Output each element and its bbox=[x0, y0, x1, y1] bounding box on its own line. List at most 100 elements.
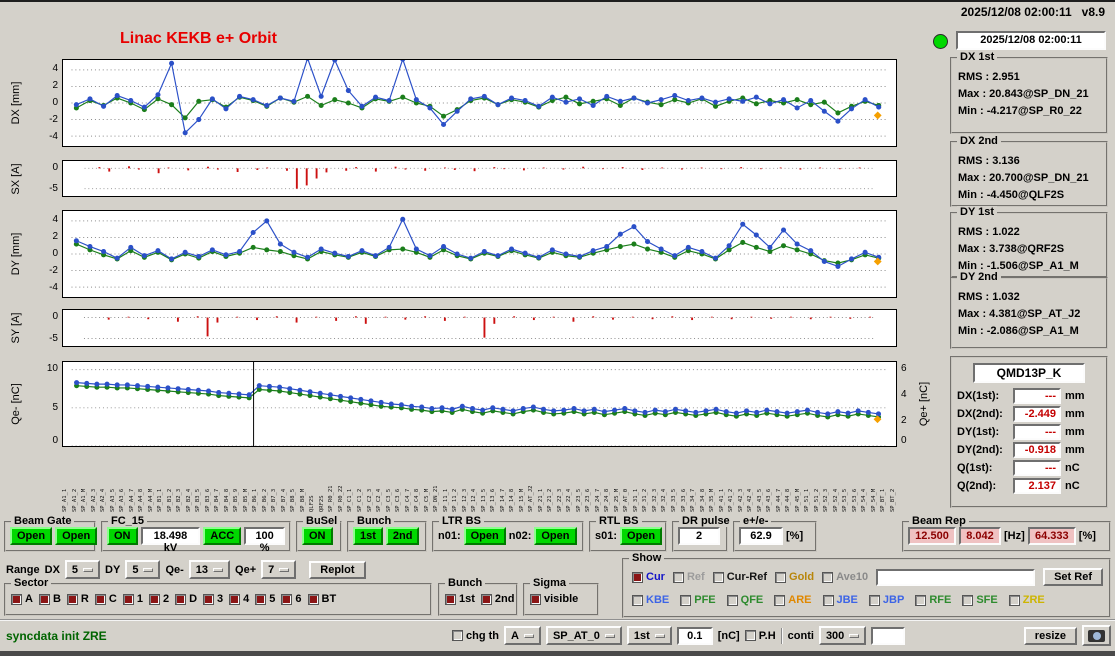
window-datetime: 2025/12/08 02:00:11 v8.9 bbox=[960, 5, 1105, 19]
dx-axis-label: DX [mm] bbox=[10, 81, 22, 125]
beam-gate-open2-button[interactable]: Open bbox=[55, 527, 98, 545]
checkbox-indicator bbox=[868, 594, 880, 606]
sy-plot[interactable] bbox=[62, 309, 897, 347]
ltr-n02-open-button[interactable]: Open bbox=[534, 527, 577, 545]
interval-select[interactable]: 300 bbox=[818, 626, 867, 645]
sector-checkbox-d[interactable]: D bbox=[175, 593, 197, 605]
qmd-name-display[interactable]: QMD13P_K bbox=[973, 363, 1085, 383]
checkbox-label: 2nd bbox=[494, 593, 515, 605]
charge-plot[interactable] bbox=[62, 361, 897, 447]
sector-checkbox-6[interactable]: 6 bbox=[281, 593, 302, 605]
checkbox-label: JBE bbox=[836, 594, 858, 606]
y-tick-label: 0 bbox=[52, 97, 58, 108]
bpm-label: SP_53_5 bbox=[842, 488, 849, 512]
bunch-checkbox-1st[interactable]: 1st bbox=[445, 593, 475, 605]
range-qem-select[interactable]: 13 bbox=[188, 560, 231, 579]
stats-group-title: DY 2nd bbox=[957, 271, 1001, 283]
sx-plot[interactable] bbox=[62, 160, 897, 197]
bpm-label: SP_B4_8 bbox=[223, 488, 230, 512]
show-device-checkbox-sfe[interactable]: SFE bbox=[962, 594, 998, 606]
sector-checkbox-b[interactable]: B bbox=[38, 593, 61, 605]
sector-select[interactable]: A bbox=[504, 626, 541, 645]
sector-checkbox-c[interactable]: C bbox=[94, 593, 117, 605]
bpm-label: SP_52_4 bbox=[832, 488, 839, 512]
show-checkbox-cur-ref[interactable]: Cur-Ref bbox=[712, 571, 767, 583]
resize-button[interactable]: resize bbox=[1023, 626, 1077, 645]
bunch-frame: Bunch 1st 2nd bbox=[347, 515, 427, 552]
show-device-checkbox-qfe[interactable]: QFE bbox=[726, 594, 763, 606]
extra-input[interactable] bbox=[871, 626, 906, 645]
bpm-label: SP_B2_4 bbox=[185, 488, 192, 512]
sector-checkbox-4[interactable]: 4 bbox=[229, 593, 249, 605]
separator bbox=[780, 627, 783, 644]
replot-button[interactable]: Replot bbox=[309, 560, 366, 579]
bpm-select[interactable]: SP_AT_0 bbox=[545, 626, 622, 645]
sector-checkbox-2[interactable]: 2 bbox=[148, 593, 169, 605]
show-checkbox-ref[interactable]: Ref bbox=[672, 571, 705, 583]
range-qep-select[interactable]: 7 bbox=[261, 560, 297, 579]
bpm-label: SP_C1_2 bbox=[356, 488, 363, 512]
show-checkbox-gold[interactable]: Gold bbox=[775, 571, 814, 583]
sector-checkbox-3[interactable]: 3 bbox=[203, 593, 223, 605]
qmd-row-label: DY(2nd): bbox=[957, 444, 1003, 456]
bunch-checkbox-2nd[interactable]: 2nd bbox=[480, 593, 515, 605]
sector-checkbox-5[interactable]: 5 bbox=[255, 593, 275, 605]
sigma-checkbox-visible[interactable]: visible bbox=[530, 593, 578, 605]
fc15-acc-button[interactable]: ACC bbox=[203, 527, 242, 545]
rtl-s01-label: s01: bbox=[595, 530, 618, 542]
fc15-on-button[interactable]: ON bbox=[107, 527, 138, 545]
threshold-input[interactable]: 0.1 bbox=[676, 626, 713, 645]
ph-checkbox[interactable]: P.H bbox=[744, 630, 776, 642]
checkbox-label: JBP bbox=[882, 594, 905, 606]
ltr-n01-open-button[interactable]: Open bbox=[463, 527, 506, 545]
sector-checkbox-bt[interactable]: BT bbox=[307, 593, 336, 605]
show-device-checkbox-zre[interactable]: ZRE bbox=[1008, 594, 1045, 606]
rtl-s01-open-button[interactable]: Open bbox=[620, 527, 663, 545]
qmd-row: Q(1st): --- nC bbox=[957, 460, 1101, 476]
checkbox-indicator bbox=[203, 593, 215, 605]
checkbox-label: ZRE bbox=[1022, 594, 1045, 606]
checkbox-indicator bbox=[255, 593, 267, 605]
bpm-label: SP_31_1 bbox=[632, 488, 639, 512]
dr-pulse-value[interactable]: 2 bbox=[678, 527, 720, 545]
checkbox-indicator bbox=[744, 630, 756, 641]
sector-checkbox-a[interactable]: A bbox=[11, 593, 33, 605]
frame-title: Bunch bbox=[354, 515, 395, 527]
sector-checkbox-1[interactable]: 1 bbox=[122, 593, 143, 605]
bunch-1st-button[interactable]: 1st bbox=[353, 527, 383, 545]
show-device-checkbox-kbe[interactable]: KBE bbox=[632, 594, 669, 606]
dx-plot[interactable] bbox=[62, 59, 897, 147]
show-checkbox-cur[interactable]: Cur bbox=[632, 571, 665, 583]
screenshot-button[interactable] bbox=[1082, 625, 1111, 646]
y-tick-label: 10 bbox=[46, 362, 58, 374]
range-dy-select[interactable]: 5 bbox=[125, 560, 161, 579]
qmd-row-unit: nC bbox=[1065, 480, 1080, 492]
busel-on-button[interactable]: ON bbox=[302, 527, 333, 545]
bpm-label: SP_23_6 bbox=[585, 488, 592, 512]
show-device-checkbox-jbe[interactable]: JBE bbox=[822, 594, 858, 606]
bunch-select[interactable]: 1st bbox=[626, 626, 672, 645]
option-menu-indicator bbox=[83, 567, 94, 572]
bpm-label: SP_R0_22 bbox=[337, 485, 344, 513]
range-dx-select[interactable]: 5 bbox=[64, 560, 101, 579]
show-checkbox-ave10[interactable]: Ave10 bbox=[822, 571, 868, 583]
stats-group-title: DX 1st bbox=[957, 51, 998, 63]
bpm-label: SP_C1_1 bbox=[347, 488, 354, 512]
range-label: Range bbox=[6, 563, 40, 576]
chg-th-checkbox[interactable]: chg th bbox=[452, 630, 499, 642]
frame-title: Beam Rep bbox=[909, 515, 969, 527]
set-ref-button[interactable]: Set Ref bbox=[1043, 568, 1103, 586]
bpm-label: SP_43_6 bbox=[766, 488, 773, 512]
show-device-checkbox-are[interactable]: ARE bbox=[774, 594, 812, 606]
checkbox-indicator bbox=[822, 571, 834, 583]
ref-entry-input[interactable] bbox=[876, 568, 1036, 586]
dy-plot[interactable] bbox=[62, 210, 897, 298]
beam-gate-frame: Beam Gate Open Open bbox=[4, 515, 98, 552]
beam-gate-open1-button[interactable]: Open bbox=[10, 527, 53, 545]
show-frame: Show Cur Ref Cur-Ref Gold Ave10 Set Ref KBE PF… bbox=[622, 552, 1111, 618]
show-device-checkbox-pfe[interactable]: PFE bbox=[680, 594, 716, 606]
bunch-2nd-button[interactable]: 2nd bbox=[385, 527, 420, 545]
sector-checkbox-r[interactable]: R bbox=[66, 593, 89, 605]
show-device-checkbox-rfe[interactable]: RFE bbox=[915, 594, 951, 606]
show-device-checkbox-jbp[interactable]: JBP bbox=[868, 594, 905, 606]
